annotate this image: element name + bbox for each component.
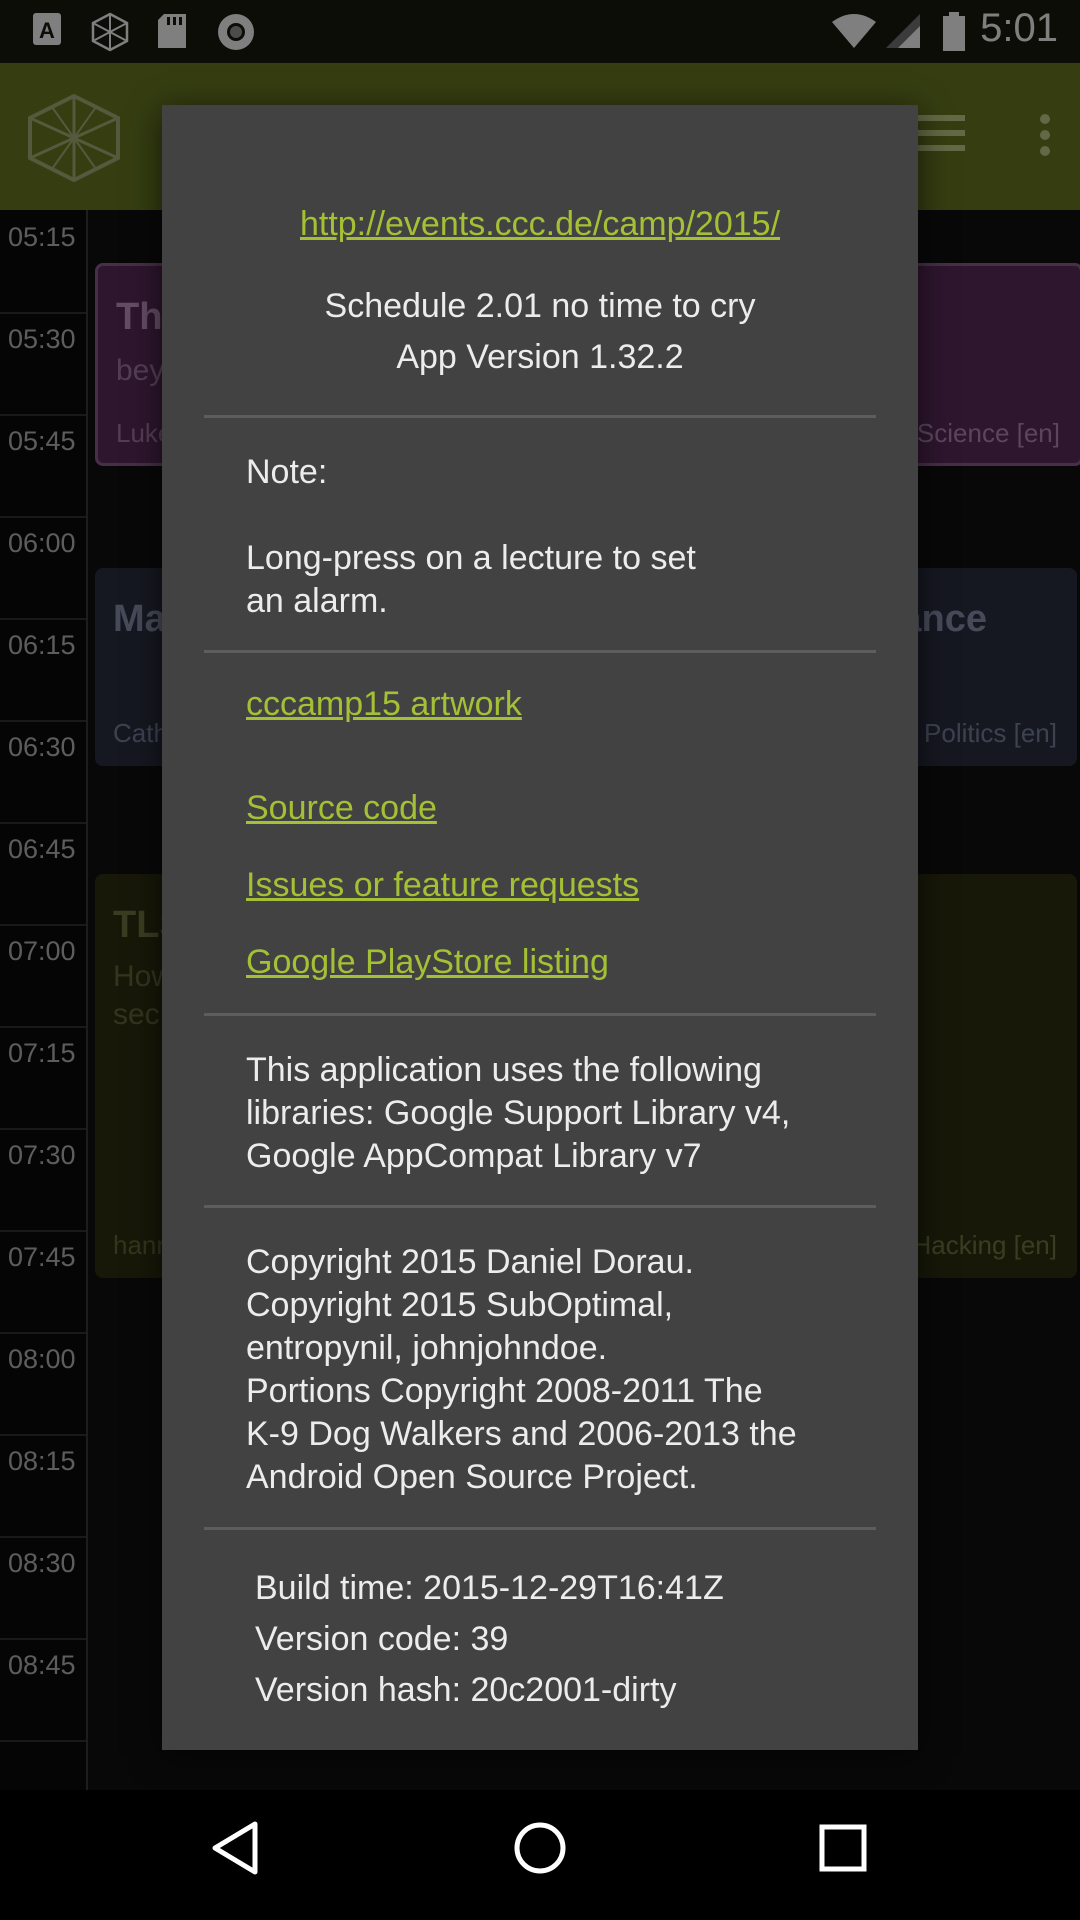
build-time: Build time: 2015-12-29T16:41Z (255, 1569, 724, 1607)
build-info: Build time: 2015-12-29T16:41Z Version co… (255, 1563, 724, 1716)
divider (204, 415, 876, 418)
home-icon[interactable] (513, 1820, 567, 1881)
copyright-text: Copyright 2015 Daniel Dorau. Copyright 2… (246, 1243, 797, 1496)
libraries-text: This application uses the following libr… (246, 1051, 791, 1175)
note-text-line: Long-press on a lecture to set (246, 539, 696, 577)
note-label: Note: (246, 453, 328, 491)
playstore-link[interactable]: Google PlayStore listing (246, 943, 609, 981)
divider (204, 650, 876, 653)
schedule-version: Schedule 2.01 no time to cry (324, 287, 756, 325)
event-url-link[interactable]: http://events.ccc.de/camp/2015/ (300, 205, 780, 243)
divider (204, 1013, 876, 1016)
version-hash: Version hash: 20c2001-dirty (255, 1671, 677, 1709)
recents-icon[interactable] (818, 1820, 868, 1881)
about-dialog: http://events.ccc.de/camp/2015/ Schedule… (162, 105, 918, 1750)
source-code-link[interactable]: Source code (246, 789, 437, 827)
issues-link[interactable]: Issues or feature requests (246, 866, 639, 904)
version-code: Version code: 39 (255, 1620, 509, 1658)
note-text-line: an alarm. (246, 582, 388, 620)
artwork-link[interactable]: cccamp15 artwork (246, 685, 522, 723)
navigation-bar (0, 1790, 1080, 1920)
app-version: App Version 1.32.2 (396, 338, 684, 376)
back-icon[interactable] (210, 1820, 260, 1881)
divider (204, 1527, 876, 1530)
divider (204, 1205, 876, 1208)
